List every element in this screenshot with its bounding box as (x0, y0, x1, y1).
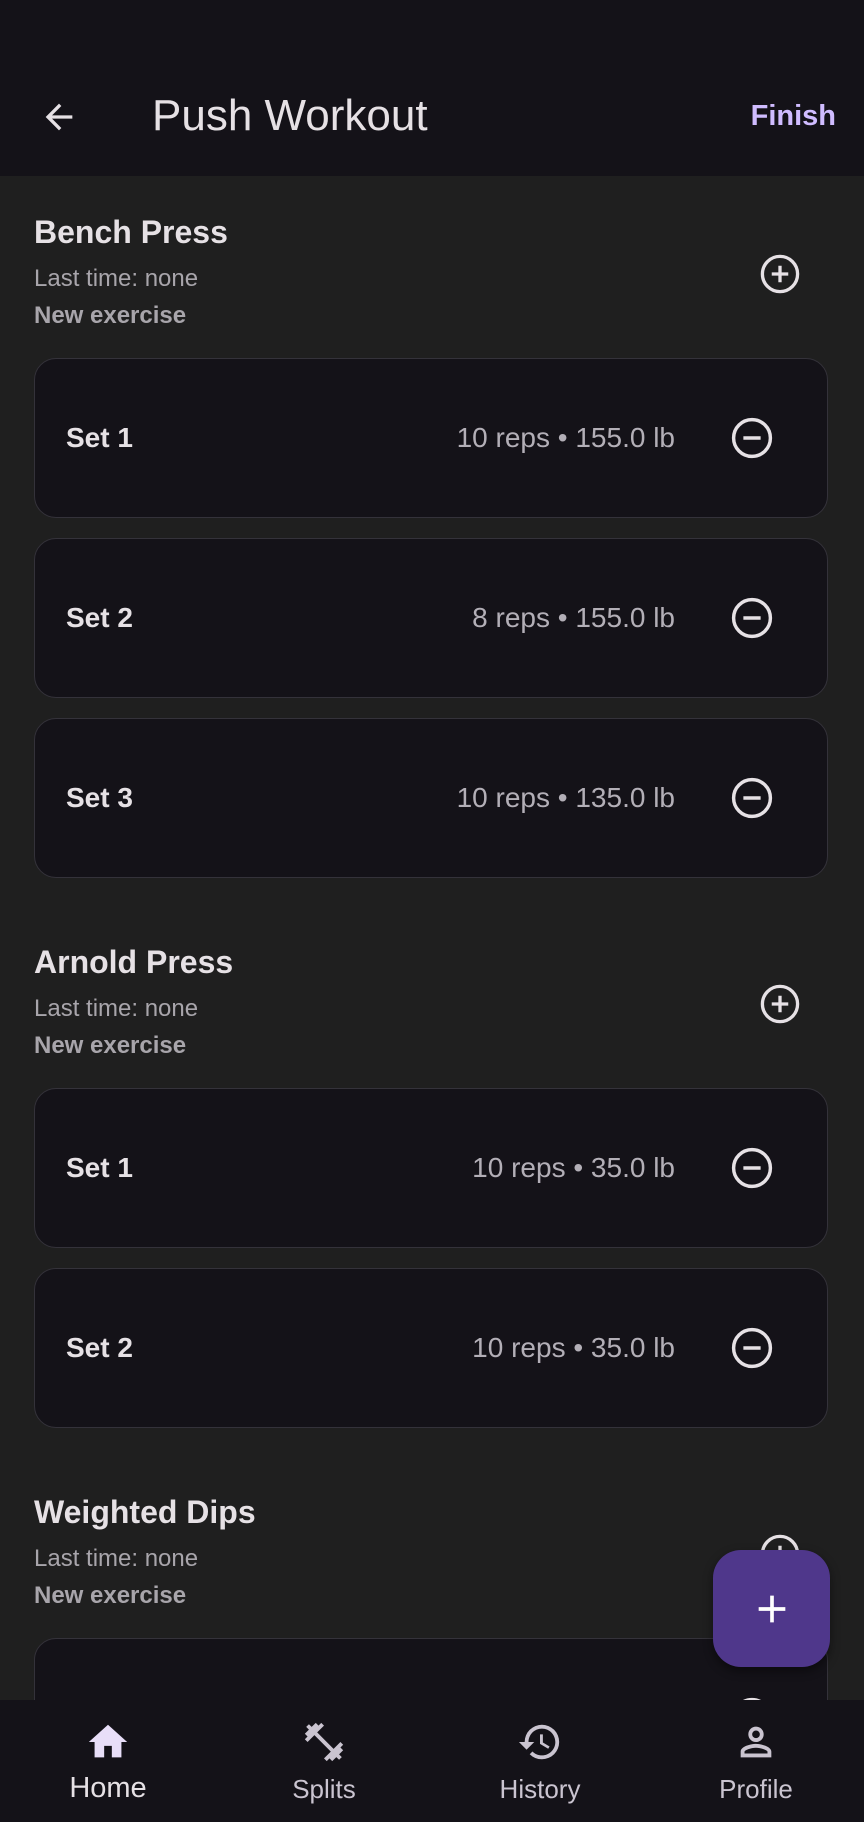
remove-set-button[interactable] (725, 1691, 779, 1700)
set-card: Set 1 10 reps • 35.0 lb (34, 1088, 828, 1248)
page-title: Push Workout (152, 91, 428, 140)
set-card (34, 1638, 828, 1700)
set-label: Set 2 (66, 1332, 133, 1363)
remove-circle-icon (731, 417, 773, 459)
app-bar: Push Workout Finish (0, 0, 864, 176)
nav-item-profile[interactable]: Profile (648, 1700, 864, 1822)
history-icon (516, 1718, 564, 1766)
remove-set-button[interactable] (725, 591, 779, 645)
nav-item-home[interactable]: Home (0, 1700, 216, 1822)
set-detail: 10 reps • 135.0 lb (456, 782, 675, 813)
arrow-back-icon (45, 103, 73, 131)
nav-label: Splits (292, 1774, 356, 1804)
workout-content[interactable]: Bench Press Last time: none New exercise… (0, 176, 864, 1700)
nav-label: History (499, 1774, 581, 1804)
remove-set-button[interactable] (725, 771, 779, 825)
set-label: Set 1 (66, 422, 133, 453)
set-detail: 10 reps • 35.0 lb (472, 1152, 675, 1183)
set-detail: 10 reps • 155.0 lb (456, 422, 675, 453)
exercise-last-time: Last time: none (34, 265, 199, 292)
exercise-last-time: Last time: none (34, 1545, 199, 1572)
nav-label: Home (69, 1772, 147, 1804)
remove-circle-icon (731, 1327, 773, 1369)
set-card: Set 1 10 reps • 155.0 lb (34, 358, 828, 518)
bottom-navigation: Home Splits History Profile (0, 1700, 864, 1822)
dumbbell-icon (300, 1718, 348, 1766)
add-set-button[interactable] (752, 976, 808, 1032)
exercise-status: New exercise (34, 1582, 187, 1609)
exercise-name: Bench Press (34, 214, 228, 250)
plus-icon (758, 1595, 785, 1622)
set-detail: 10 reps • 35.0 lb (472, 1332, 675, 1363)
remove-set-button[interactable] (725, 1141, 779, 1195)
add-circle-icon (760, 254, 800, 294)
home-icon (84, 1718, 132, 1766)
set-detail: 8 reps • 155.0 lb (472, 602, 675, 633)
remove-set-button[interactable] (725, 1321, 779, 1375)
set-card: Set 2 10 reps • 35.0 lb (34, 1268, 828, 1428)
remove-set-button[interactable] (725, 411, 779, 465)
nav-item-splits[interactable]: Splits (216, 1700, 432, 1822)
set-label: Set 2 (66, 602, 133, 633)
set-card: Set 2 8 reps • 155.0 lb (34, 538, 828, 698)
set-card: Set 3 10 reps • 135.0 lb (34, 718, 828, 878)
finish-button[interactable]: Finish (751, 100, 836, 133)
set-label: Set 1 (66, 1152, 133, 1183)
add-exercise-fab[interactable] (713, 1550, 830, 1667)
person-icon (732, 1718, 780, 1766)
add-circle-icon (760, 984, 800, 1024)
exercise-last-time: Last time: none (34, 995, 199, 1022)
add-set-button[interactable] (752, 246, 808, 302)
remove-circle-icon (731, 1147, 773, 1189)
nav-label: Profile (719, 1774, 793, 1804)
back-button[interactable] (30, 88, 88, 146)
remove-circle-icon (731, 597, 773, 639)
nav-item-history[interactable]: History (432, 1700, 648, 1822)
remove-circle-icon (731, 777, 773, 819)
exercise-status: New exercise (34, 302, 187, 329)
set-label: Set 3 (66, 782, 133, 813)
exercise-name: Arnold Press (34, 944, 234, 980)
exercise-name: Weighted Dips (34, 1494, 256, 1530)
exercise-status: New exercise (34, 1032, 187, 1059)
